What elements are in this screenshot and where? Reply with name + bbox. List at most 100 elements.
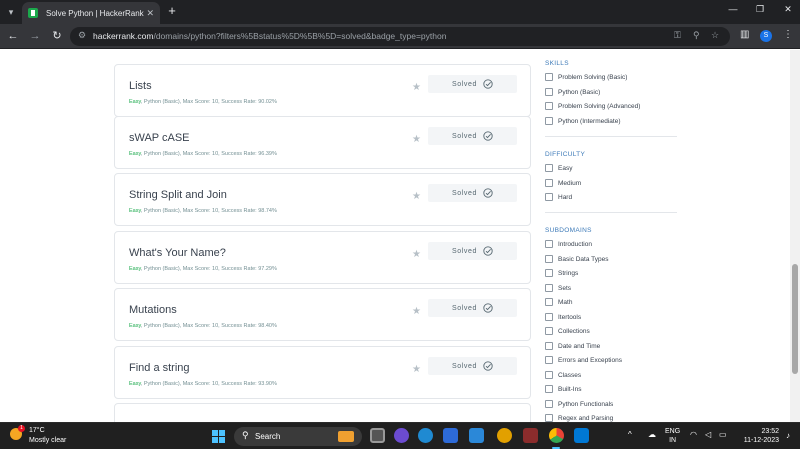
challenge-title[interactable]: What's Your Name? xyxy=(129,247,226,259)
language-indicator[interactable]: ENG IN xyxy=(665,427,680,445)
solved-button[interactable]: Solved xyxy=(428,242,517,260)
challenge-card[interactable]: Lists Easy, Python (Basic), Max Score: 1… xyxy=(114,64,531,117)
filter-skill-problem-solving-advanced[interactable]: Problem Solving (Advanced) xyxy=(545,101,640,111)
filter-subdomain-strings[interactable]: Strings xyxy=(545,268,578,278)
close-tab-icon[interactable]: ✕ xyxy=(146,8,154,19)
filter-subdomain-errors-and-exceptions[interactable]: Errors and Exceptions xyxy=(545,355,622,365)
window-close-icon[interactable]: ✕ xyxy=(781,4,795,15)
reload-icon[interactable]: ↻ xyxy=(50,29,64,43)
challenge-title[interactable]: Lists xyxy=(129,80,152,92)
notification-bell-icon[interactable]: ♪ xyxy=(786,431,790,440)
challenge-card[interactable]: Mutations Easy, Python (Basic), Max Scor… xyxy=(114,288,531,341)
chevron-up-icon[interactable]: ^ xyxy=(628,430,632,439)
bookmark-star-icon[interactable]: ★ xyxy=(412,134,421,145)
checkbox[interactable] xyxy=(545,298,553,306)
bookmark-star-icon[interactable]: ★ xyxy=(412,191,421,202)
chat-icon[interactable] xyxy=(394,428,409,443)
challenge-card[interactable] xyxy=(114,403,531,422)
checkbox[interactable] xyxy=(545,385,553,393)
checkbox[interactable] xyxy=(545,414,553,422)
browser-tab[interactable]: Solve Python | HackerRank ✕ xyxy=(22,2,160,24)
page-scrollbar[interactable] xyxy=(790,50,800,422)
filter-subdomain-basic-data-types[interactable]: Basic Data Types xyxy=(545,254,608,264)
filter-difficulty-hard[interactable]: Hard xyxy=(545,192,572,202)
challenge-title[interactable]: String Split and Join xyxy=(129,189,227,201)
challenge-card[interactable]: sWAP cASE Easy, Python (Basic), Max Scor… xyxy=(114,116,531,169)
cloud-icon[interactable]: ☁ xyxy=(648,430,656,439)
clock[interactable]: 23:52 11-12-2023 xyxy=(739,427,779,445)
challenge-title[interactable]: Mutations xyxy=(129,304,177,316)
address-bar[interactable]: ⚙ hackerrank.com/domains/python?filters%… xyxy=(70,27,730,46)
forward-icon[interactable]: → xyxy=(28,29,42,43)
challenge-card[interactable]: What's Your Name? Easy, Python (Basic), … xyxy=(114,231,531,284)
weather-desc[interactable]: Mostly clear xyxy=(29,437,66,444)
solved-button[interactable]: Solved xyxy=(428,357,517,375)
filter-subdomain-python-functionals[interactable]: Python Functionals xyxy=(545,399,613,409)
filter-subdomain-collections[interactable]: Collections xyxy=(545,326,590,336)
store-icon[interactable] xyxy=(443,428,458,443)
checkbox[interactable] xyxy=(545,117,553,125)
solved-button[interactable]: Solved xyxy=(428,127,517,145)
new-tab-icon[interactable]: + xyxy=(165,4,179,18)
weather-temp[interactable]: 17°C xyxy=(29,427,45,434)
minimize-icon[interactable]: — xyxy=(726,4,740,14)
solved-button[interactable]: Solved xyxy=(428,184,517,202)
filter-difficulty-medium[interactable]: Medium xyxy=(545,178,581,188)
filter-skill-python-basic[interactable]: Python (Basic) xyxy=(545,87,600,97)
checkbox[interactable] xyxy=(545,342,553,350)
edge-icon[interactable] xyxy=(418,428,433,443)
checkbox[interactable] xyxy=(545,255,553,263)
checkbox[interactable] xyxy=(545,179,553,187)
checkbox[interactable] xyxy=(545,193,553,201)
filter-subdomain-math[interactable]: Math xyxy=(545,297,572,307)
solved-button[interactable]: Solved xyxy=(428,299,517,317)
checkbox[interactable] xyxy=(545,73,553,81)
checkbox[interactable] xyxy=(545,102,553,110)
battery-icon[interactable]: ▭ xyxy=(719,430,727,439)
bookmark-star-icon[interactable]: ★ xyxy=(412,82,421,93)
site-info-icon[interactable]: ⚙ xyxy=(78,30,86,41)
challenge-title[interactable]: Find a string xyxy=(129,362,190,374)
password-key-icon[interactable]: ⚿ xyxy=(674,30,681,41)
checkbox[interactable] xyxy=(545,269,553,277)
app-icon[interactable] xyxy=(469,428,484,443)
back-icon[interactable]: ← xyxy=(6,29,20,43)
task-view-icon[interactable] xyxy=(370,428,385,443)
vscode-icon[interactable] xyxy=(574,428,589,443)
filter-difficulty-easy[interactable]: Easy xyxy=(545,163,572,173)
checkbox[interactable] xyxy=(545,371,553,379)
scrollbar-thumb[interactable] xyxy=(792,264,798,374)
explorer-icon[interactable] xyxy=(497,428,512,443)
checkbox[interactable] xyxy=(545,327,553,335)
challenge-card[interactable]: Find a string Easy, Python (Basic), Max … xyxy=(114,346,531,399)
bookmark-star-icon[interactable]: ★ xyxy=(412,364,421,375)
checkbox[interactable] xyxy=(545,164,553,172)
filter-subdomain-introduction[interactable]: Introduction xyxy=(545,239,592,249)
bookmark-star-icon[interactable]: ★ xyxy=(412,249,421,260)
taskbar-search[interactable]: ⚲ Search xyxy=(234,427,362,446)
zoom-icon[interactable]: ⚲ xyxy=(693,30,700,41)
browser-menu-icon[interactable]: ⋮ xyxy=(783,29,793,40)
filter-subdomain-classes[interactable]: Classes xyxy=(545,370,581,380)
wifi-icon[interactable]: ◠ xyxy=(690,430,697,439)
tab-search-icon[interactable]: ▾ xyxy=(4,5,18,19)
solved-button[interactable]: Solved xyxy=(428,75,517,93)
filter-subdomain-itertools[interactable]: Itertools xyxy=(545,312,581,322)
bookmark-star-icon[interactable]: ★ xyxy=(412,306,421,317)
filter-skill-python-intermediate[interactable]: Python (Intermediate) xyxy=(545,116,621,126)
checkbox[interactable] xyxy=(545,400,553,408)
url-text[interactable]: hackerrank.com/domains/python?filters%5B… xyxy=(93,31,446,41)
filter-subdomain-regex-and-parsing[interactable]: Regex and Parsing xyxy=(545,413,613,422)
checkbox[interactable] xyxy=(545,88,553,96)
profile-avatar[interactable]: S xyxy=(760,30,772,42)
filter-subdomain-built-ins[interactable]: Built-Ins xyxy=(545,384,581,394)
filter-skill-problem-solving-basic[interactable]: Problem Solving (Basic) xyxy=(545,72,627,82)
challenge-title[interactable]: sWAP cASE xyxy=(129,132,190,144)
chrome-icon[interactable] xyxy=(549,428,564,443)
filter-subdomain-sets[interactable]: Sets xyxy=(545,283,571,293)
restore-icon[interactable]: ❐ xyxy=(753,4,767,15)
checkbox[interactable] xyxy=(545,356,553,364)
bookmark-star-icon[interactable]: ☆ xyxy=(711,30,719,41)
challenge-card[interactable]: String Split and Join Easy, Python (Basi… xyxy=(114,173,531,226)
checkbox[interactable] xyxy=(545,313,553,321)
